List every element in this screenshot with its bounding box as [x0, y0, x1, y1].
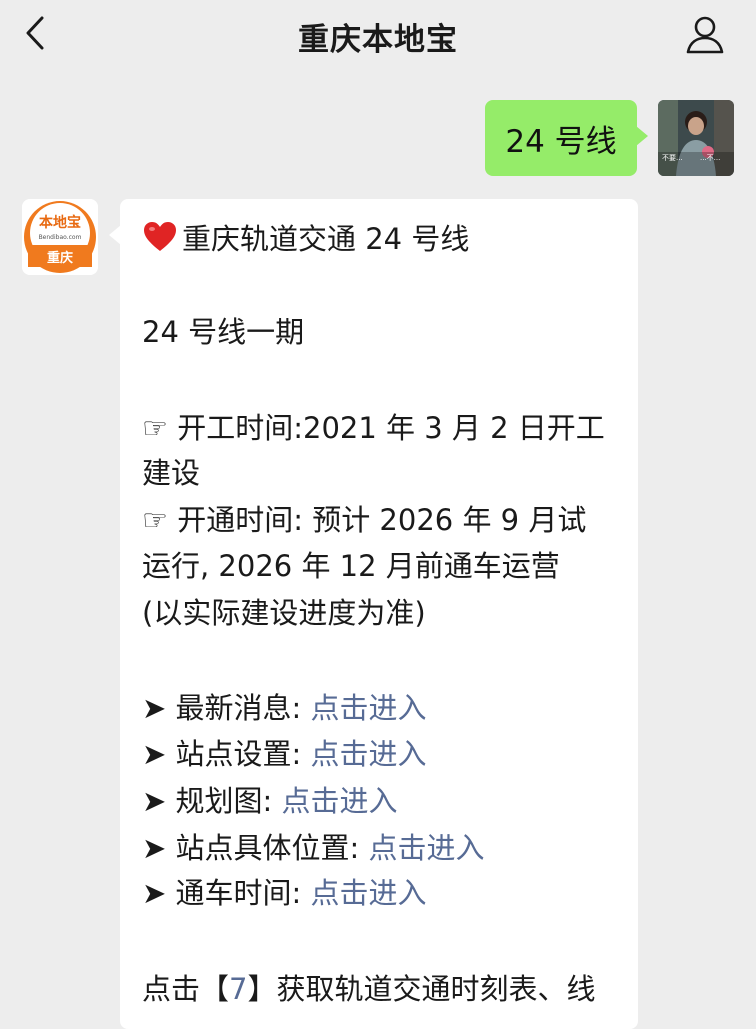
avatar-logo-text: 本地宝 — [39, 214, 81, 231]
open-time-line-3: (以实际建设进度为准) — [142, 596, 426, 630]
link-label: ➤ 规划图: — [142, 784, 282, 818]
opening-time-link[interactable]: 点击进入 — [311, 876, 427, 910]
station-setup-link[interactable]: 点击进入 — [311, 737, 427, 771]
footer-keyword-link[interactable]: 7 — [229, 972, 247, 1006]
link-label: ➤ 站点设置: — [142, 737, 311, 771]
message-title-line: 重庆轨道交通 24 号线 — [142, 216, 469, 262]
outgoing-message-text: 24 号线 — [505, 123, 617, 160]
link-row-station-location: ➤ 站点具体位置: 点击进入 — [142, 825, 485, 871]
link-label: ➤ 最新消息: — [142, 691, 311, 725]
footer-prefix: 点击【 — [142, 972, 230, 1006]
link-row-opening-time: ➤ 通车时间: 点击进入 — [142, 870, 427, 916]
user-avatar-caption-left: 不要... — [662, 154, 683, 162]
link-row-station-setup: ➤ 站点设置: 点击进入 — [142, 731, 427, 777]
red-heart-icon — [142, 220, 178, 252]
open-time-line-2: 运行, 2026 年 12 月前通车运营 — [142, 549, 560, 583]
avatar-city-label: 重庆 — [47, 250, 73, 266]
link-row-latest-news: ➤ 最新消息: 点击进入 — [142, 685, 427, 731]
start-time-line-1: ☞ 开工时间:2021 年 3 月 2 日开工 — [142, 411, 605, 445]
footer-suffix: 】获取轨道交通时刻表、线 — [247, 972, 596, 1006]
start-time-line-2: 建设 — [142, 456, 201, 490]
open-time-line-1: ☞ 开通时间: 预计 2026 年 9 月试 — [142, 503, 587, 537]
phase-line: 24 号线一期 — [142, 315, 305, 349]
link-row-planning-map: ➤ 规划图: 点击进入 — [142, 778, 398, 824]
user-avatar[interactable]: 不要... ...不... — [658, 100, 734, 176]
outgoing-message-bubble[interactable]: 24 号线 — [485, 100, 648, 176]
latest-news-link[interactable]: 点击进入 — [311, 691, 427, 725]
link-label: ➤ 站点具体位置: — [142, 831, 369, 865]
profile-icon[interactable] — [684, 14, 726, 56]
planning-map-link[interactable]: 点击进入 — [282, 784, 398, 818]
navigation-bar: 重庆本地宝 — [0, 0, 756, 70]
link-label: ➤ 通车时间: — [142, 876, 311, 910]
message-title: 重庆轨道交通 24 号线 — [182, 222, 470, 256]
user-avatar-caption-right: ...不... — [700, 154, 720, 162]
official-account-avatar[interactable]: 本地宝 Bendibao.com 重庆 — [22, 199, 98, 275]
footer-line: 点击【7】获取轨道交通时刻表、线 — [142, 966, 595, 1012]
avatar-logo-url: Bendibao.com — [39, 234, 82, 241]
station-location-link[interactable]: 点击进入 — [369, 831, 485, 865]
chat-title: 重庆本地宝 — [298, 22, 458, 58]
